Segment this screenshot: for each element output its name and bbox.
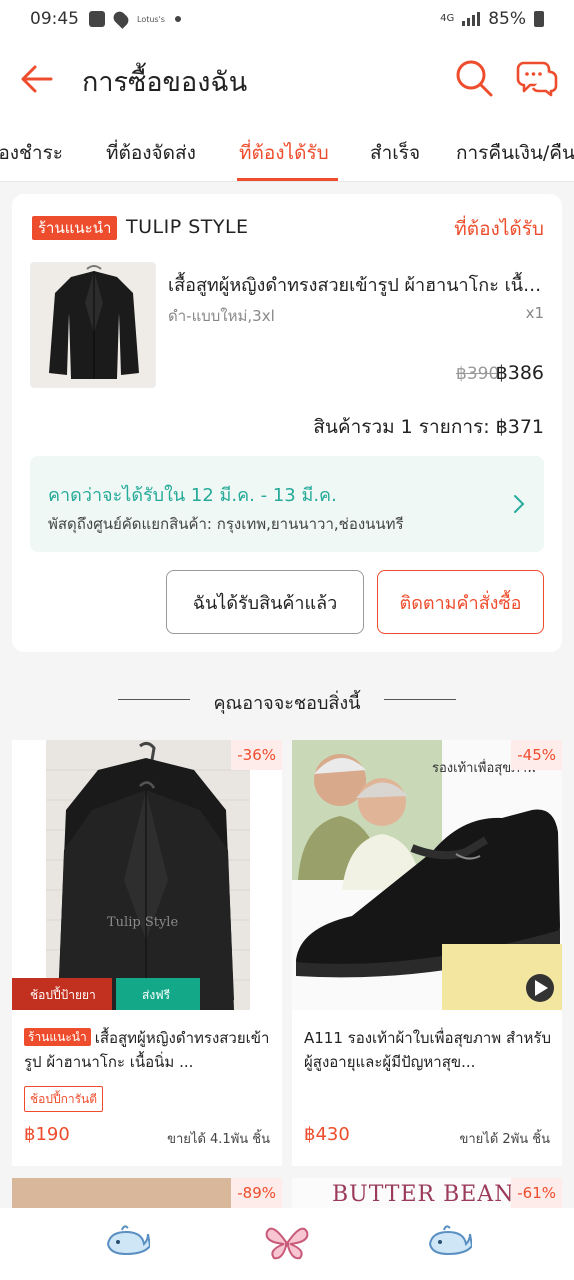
order-tabs: ต้องชำระ ที่ต้องจัดส่ง ที่ต้องได้รับ สำเ… [0,120,574,182]
shop-name[interactable]: TULIP STYLE [126,216,249,238]
discount-badge: -45% [511,740,562,770]
product-card-sold: ขายได้ 4.1พัน ชิ้น [167,1132,270,1147]
delivery-estimate: คาดว่าจะได้รับใน 12 มี.ค. - 13 มี.ค. [48,485,337,506]
chevron-right-icon [514,495,525,513]
chat-icon[interactable] [516,58,558,98]
product-card[interactable]: -89% [12,1178,282,1208]
order-total: สินค้ารวม 1 รายการ: ฿371 [313,416,544,438]
guarantee-tag: ช้อปปี้การันตี [24,1086,104,1112]
bottom-navigation [0,1208,574,1280]
product-card-image[interactable]: รองเท้าเพื่อสุขภาพ [292,740,562,1010]
tab-to-receive[interactable]: ที่ต้องได้รับ [239,138,329,168]
order-received-button[interactable]: ฉันได้รับสินค้าแล้ว [166,570,364,634]
order-card[interactable]: ร้านแนะนำ TULIP STYLE ที่ต้องได้รับ เสื้… [12,194,562,652]
product-watermark: Tulip Style [107,915,178,930]
tab-return-refund[interactable]: การคืนเงิน/คืนสินค้า [456,138,574,168]
page-title: การซื้อของฉัน [82,67,248,97]
tab-completed[interactable]: สำเร็จ [370,138,420,168]
discount-badge: -61% [511,1178,562,1208]
product-name[interactable]: เสื้อสูทผู้หญิงดำทรงสวยเข้ารูป ผ้าฮานาโก… [168,270,548,299]
product-card-price: ฿190 [24,1124,70,1145]
divider [384,699,456,700]
signal-icon [462,12,481,26]
product-quantity: x1 [525,304,544,322]
battery-icon [534,11,544,27]
product-card-sold: ขายได้ 2พัน ชิ้น [459,1132,551,1147]
shop-badge: ร้านแนะนำ [24,1028,91,1046]
original-price: ฿390 [456,364,500,384]
active-tab-indicator [237,178,338,181]
location-icon [111,9,131,29]
status-bar: 09:45 Lotus's 4G 85% [0,0,574,38]
product-variant: ดำ-แบบใหม่,3xl [168,307,275,325]
product-card-image[interactable]: Tulip Style ช้อปปี้ป้ายยา ส่งฟรี [12,740,282,1010]
back-arrow-icon[interactable] [18,60,56,98]
whale-icon[interactable] [104,1224,150,1260]
discount-badge: -89% [231,1178,282,1208]
app-header: การซื้อของฉัน [0,38,574,120]
delivery-location: พัสดุถึงศูนย์คัดแยกสินค้า: กรุงเทพ,ยานนา… [48,515,404,533]
search-icon[interactable] [454,58,494,98]
product-card[interactable]: รองเท้าเพื่อสุขภาพ -45% A111 รองเท้าผ้าใ… [292,740,562,1166]
product-brand-text: BUTTER BEAN [332,1182,515,1207]
recommendations-header: คุณอาจจะชอบสิ่งนี้ [0,682,574,718]
tab-to-pay[interactable]: ต้องชำระ [0,138,63,168]
status-time: 09:45 [30,9,79,29]
notification-dot-icon [174,16,181,22]
battery-percent: 85% [488,9,526,29]
product-card-price: ฿430 [304,1124,350,1145]
product-card[interactable]: BUTTER BEAN -61% [292,1178,562,1208]
carrier-tag: Lotus's [137,14,165,24]
product-card[interactable]: Tulip Style ช้อปปี้ป้ายยา ส่งฟรี -36% ร้… [12,740,282,1166]
network-type: 4G [440,13,455,24]
order-status: ที่ต้องได้รับ [454,218,544,240]
discount-badge: -36% [231,740,282,770]
free-shipping-label: ส่งฟรี [142,988,171,1002]
promo-label: ช้อปปี้ป้ายยา [30,986,96,1002]
product-image[interactable] [30,262,156,388]
tab-to-ship[interactable]: ที่ต้องจัดส่ง [106,138,196,168]
gallery-icon [89,11,105,27]
track-order-button[interactable]: ติดตามคำสั่งซื้อ [377,570,544,634]
product-card-title: A111 รองเท้าผ้าใบเพื่อสุขภาพ สำหรับผู้สู… [304,1029,551,1071]
recommendations-title: คุณอาจจะชอบสิ่งนี้ [213,693,361,714]
whale-icon[interactable] [426,1224,472,1260]
shop-badge: ร้านแนะนำ [32,216,118,240]
product-price: ฿386 [495,362,544,384]
butterfly-icon[interactable] [264,1224,310,1260]
product-card-title: ร้านแนะนำ เสื้อสูทผู้หญิงดำทรงสวยเข้ารูป … [24,1026,274,1074]
delivery-status-box[interactable]: คาดว่าจะได้รับใน 12 มี.ค. - 13 มี.ค. พัส… [30,456,544,552]
